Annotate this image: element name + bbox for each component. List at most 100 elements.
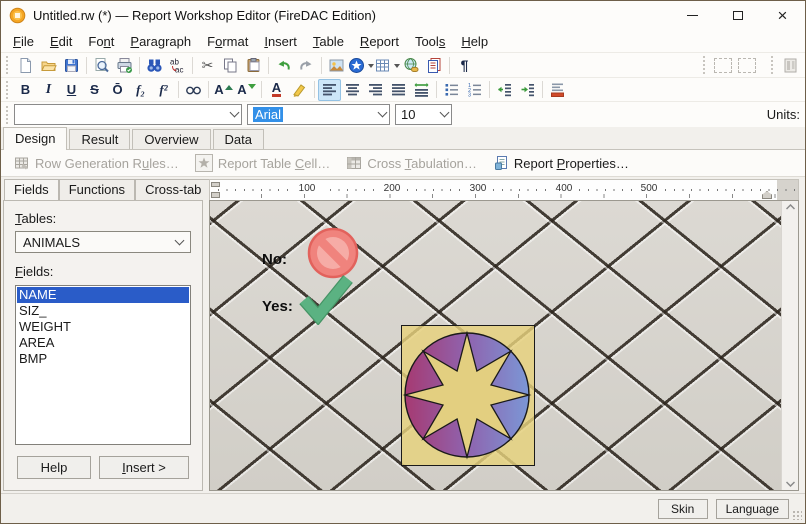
dashed-box-icon (738, 58, 756, 73)
document-canvas[interactable]: No: Yes: (210, 201, 781, 490)
resize-grip[interactable] (792, 510, 802, 520)
title-bar[interactable]: Untitled.rw (*) — Report Workshop Editor… (1, 1, 805, 30)
paste-button[interactable] (242, 54, 265, 76)
menu-format[interactable]: Format (199, 32, 256, 51)
font-combobox[interactable]: Arial (247, 104, 390, 125)
menu-insert[interactable]: Insert (256, 32, 305, 51)
tab-data[interactable]: Data (213, 129, 264, 149)
menu-file[interactable]: File (5, 32, 42, 51)
strikethrough-button[interactable]: S (83, 79, 106, 101)
scroll-up-icon[interactable] (786, 204, 795, 210)
cut-button[interactable]: ✂ (196, 54, 219, 76)
decrease-indent-button[interactable] (493, 79, 516, 101)
checkmark[interactable] (297, 273, 355, 325)
shrink-font-button[interactable]: A (235, 79, 258, 101)
superscript-button[interactable]: f² (152, 79, 175, 101)
insert-image-button[interactable] (325, 54, 348, 76)
print-button[interactable] (113, 54, 136, 76)
redo-icon (298, 57, 315, 74)
tables-combobox[interactable]: ANIMALS (15, 231, 191, 253)
style-combobox[interactable] (14, 104, 242, 125)
language-button[interactable]: Language (716, 499, 789, 519)
toolbar-grip[interactable] (703, 56, 707, 74)
toolbar-grip[interactable] (6, 81, 10, 99)
vertical-scrollbar[interactable] (781, 201, 798, 490)
up-triangle-icon (225, 81, 233, 90)
tab-cross-tab[interactable]: Cross-tab (135, 179, 211, 200)
find-button[interactable] (143, 54, 166, 76)
close-button[interactable]: × (760, 1, 805, 30)
copy-button[interactable] (219, 54, 242, 76)
maximize-button[interactable] (715, 1, 760, 30)
overline-icon: Ō (112, 82, 122, 97)
tab-result[interactable]: Result (69, 129, 130, 149)
font-size-combobox[interactable]: 10 (395, 104, 452, 125)
prohibition-sign[interactable] (306, 226, 360, 280)
left-indent-marker[interactable] (211, 192, 220, 198)
grow-font-button[interactable]: A (212, 79, 235, 101)
insert-document-button[interactable] (423, 54, 446, 76)
toolbar-grip[interactable] (6, 106, 10, 124)
toolbar-grip[interactable] (771, 56, 775, 74)
undo-button[interactable] (272, 54, 295, 76)
new-document-button[interactable] (14, 54, 37, 76)
align-center-button[interactable] (341, 79, 364, 101)
overline-button[interactable]: Ō (106, 79, 129, 101)
report-properties-button[interactable]: Report Properties… (486, 153, 636, 173)
list-item[interactable]: BMP (17, 351, 189, 367)
line-spacing-button[interactable] (410, 79, 433, 101)
tab-fields[interactable]: Fields (4, 179, 59, 201)
subscript-button[interactable]: f₂ (129, 79, 152, 101)
numbered-list-button[interactable]: 123 (463, 79, 486, 101)
bold-button[interactable]: B (14, 79, 37, 101)
menu-edit[interactable]: Edit (42, 32, 80, 51)
open-button[interactable] (37, 54, 60, 76)
formatting-marks-button[interactable]: ¶ (453, 54, 476, 76)
list-item[interactable]: AREA (17, 335, 189, 351)
underline-button[interactable]: U (60, 79, 83, 101)
highlight-button[interactable] (288, 79, 311, 101)
menu-report[interactable]: Report (352, 32, 407, 51)
align-right-button[interactable] (364, 79, 387, 101)
list-item[interactable]: WEIGHT (17, 319, 189, 335)
paragraph-color-button[interactable] (546, 79, 569, 101)
list-item[interactable]: SIZ_ (17, 303, 189, 319)
menu-font[interactable]: Font (80, 32, 122, 51)
menu-help[interactable]: Help (453, 32, 496, 51)
help-button[interactable]: Help (17, 456, 91, 479)
hyphenation-button[interactable] (182, 79, 205, 101)
menu-table[interactable]: Table (305, 32, 352, 51)
first-line-indent-marker[interactable] (211, 182, 220, 187)
redo-button[interactable] (295, 54, 318, 76)
save-button[interactable] (60, 54, 83, 76)
no-text[interactable]: No: (262, 251, 287, 268)
right-indent-marker[interactable] (762, 191, 772, 199)
italic-button[interactable]: I (37, 79, 60, 101)
yes-text[interactable]: Yes: (262, 298, 293, 315)
list-item[interactable]: NAME (17, 287, 189, 303)
menu-tools[interactable]: Tools (407, 32, 453, 51)
print-preview-button[interactable] (90, 54, 113, 76)
bullet-list-button[interactable] (440, 79, 463, 101)
insert-field-button[interactable]: Insert > (99, 456, 189, 479)
minimize-button[interactable] (670, 1, 715, 30)
skin-button[interactable]: Skin (658, 499, 708, 519)
line-spacing-icon (413, 81, 430, 98)
menu-paragraph[interactable]: Paragraph (122, 32, 199, 51)
insert-hyperlink-button[interactable] (400, 54, 423, 76)
replace-button[interactable]: abac (166, 54, 189, 76)
star-graphic[interactable] (401, 325, 535, 466)
pilcrow-icon: ¶ (461, 57, 469, 73)
toolbar-grip[interactable] (6, 56, 10, 74)
increase-indent-button[interactable] (516, 79, 539, 101)
fields-listbox[interactable]: NAME SIZ_ WEIGHT AREA BMP (15, 285, 191, 445)
insert-symbol-button[interactable] (348, 54, 374, 76)
insert-table-button[interactable] (374, 54, 400, 76)
scroll-down-icon[interactable] (786, 481, 795, 487)
tab-functions[interactable]: Functions (59, 179, 135, 200)
tab-design[interactable]: Design (3, 127, 67, 150)
tab-overview[interactable]: Overview (132, 129, 210, 149)
align-justify-button[interactable] (387, 79, 410, 101)
align-left-button[interactable] (318, 79, 341, 101)
font-color-button[interactable]: A (265, 79, 288, 101)
